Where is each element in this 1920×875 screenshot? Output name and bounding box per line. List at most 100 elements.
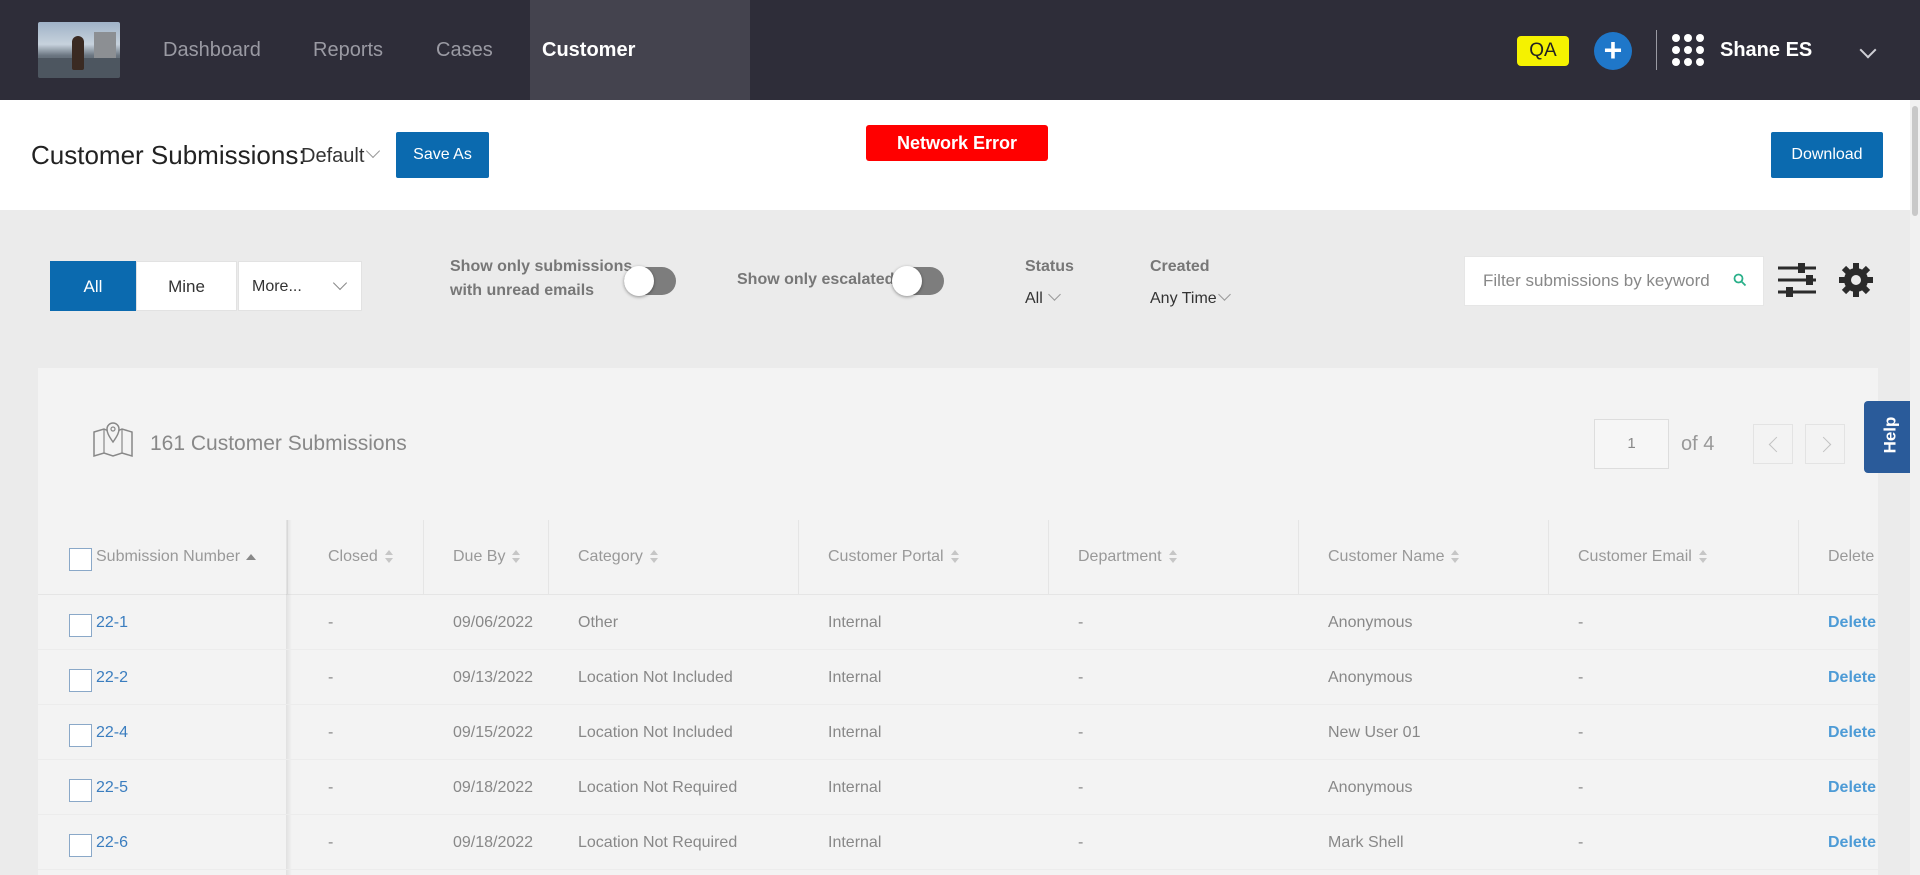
page-total: of 4 [1681, 433, 1715, 455]
submission-number-link[interactable]: 22-6 [96, 815, 128, 870]
nav-customer-submissions[interactable]: Customer Submissions [530, 0, 750, 161]
column-header-customer-name[interactable]: Customer Name [1299, 520, 1549, 594]
save-as-button[interactable]: Save As [396, 132, 489, 178]
page-number-input[interactable]: 1 [1594, 419, 1669, 469]
row-checkbox[interactable] [69, 779, 92, 802]
user-name[interactable]: Shane ES [1720, 0, 1812, 100]
delete-link[interactable]: Delete [1828, 595, 1878, 650]
cell-category: Location Not Required [578, 834, 738, 851]
sort-ascending-icon [246, 553, 257, 560]
cell-category: Location Not Required [578, 779, 738, 796]
unread-toggle-label-line2: with unread emails [450, 282, 595, 299]
chevron-down-icon[interactable] [1218, 288, 1231, 301]
cell-due-by: 09/13/2022 [453, 669, 534, 686]
cell-closed: - [328, 834, 334, 851]
page-scrollbar[interactable] [1910, 100, 1920, 875]
cell-customer-portal: Internal [828, 724, 882, 741]
cell-closed: - [328, 614, 334, 631]
column-header-customer-email[interactable]: Customer Email [1549, 520, 1799, 594]
help-tab[interactable]: Help [1864, 401, 1914, 473]
cell-department: - [1078, 669, 1084, 686]
cell-customer-email: - [1578, 834, 1584, 851]
page-title: Customer Submissions: [31, 140, 306, 170]
cell-due-by: 09/18/2022 [453, 779, 534, 796]
logo-image[interactable] [38, 22, 120, 78]
chevron-left-icon [1768, 436, 1785, 453]
column-label: Closed [328, 548, 378, 565]
submission-number-link[interactable]: 22-2 [96, 650, 128, 705]
column-header-department[interactable]: Department [1049, 520, 1299, 594]
submission-count: 161 Customer Submissions [150, 432, 407, 455]
sort-icon [950, 549, 960, 564]
top-navbar: Dashboard Reports Cases Customer Submiss… [0, 0, 1920, 161]
apps-grid-icon[interactable] [1672, 34, 1704, 66]
row-checkbox[interactable] [69, 669, 92, 692]
column-header-delete: Delete [1799, 520, 1878, 594]
delete-link[interactable]: Delete [1828, 815, 1878, 870]
column-label: Due By [453, 548, 506, 565]
sliders-icon[interactable] [1776, 262, 1818, 298]
filter-all-button[interactable]: All [50, 261, 136, 311]
delete-link[interactable]: Delete [1828, 650, 1878, 705]
cell-closed: - [328, 669, 334, 686]
cell-category: Other [578, 614, 619, 631]
row-checkbox[interactable] [69, 834, 92, 857]
nav-divider [1656, 30, 1657, 70]
search-icon[interactable] [1733, 273, 1747, 287]
cell-customer-email: - [1578, 614, 1584, 631]
column-header-customer-portal[interactable]: Customer Portal [799, 520, 1049, 594]
sort-icon [1168, 549, 1178, 564]
chevron-down-icon[interactable] [1859, 41, 1877, 59]
unread-toggle[interactable] [624, 266, 676, 296]
next-page-button[interactable] [1805, 424, 1845, 464]
delete-link[interactable]: Delete [1828, 705, 1878, 760]
download-button[interactable]: Download [1771, 132, 1883, 178]
chevron-down-icon [332, 275, 348, 291]
cell-customer-email: - [1578, 724, 1584, 741]
cell-department: - [1078, 614, 1084, 631]
cell-customer-portal: Internal [828, 834, 882, 851]
row-checkbox[interactable] [69, 724, 92, 747]
column-label: Customer Email [1578, 548, 1692, 565]
page-header: Customer Submissions: Default Save As Ne… [0, 100, 1910, 210]
cell-customer-portal: Internal [828, 614, 882, 631]
status-dropdown[interactable]: All [1025, 290, 1043, 308]
cell-category: Location Not Included [578, 724, 733, 741]
cell-category: Location Not Included [578, 669, 733, 686]
column-header-closed[interactable]: Closed [299, 520, 424, 594]
created-dropdown[interactable]: Any Time [1150, 290, 1217, 308]
filter-mine-button[interactable]: Mine [136, 261, 237, 311]
nav-dashboard[interactable]: Dashboard [163, 0, 261, 100]
row-checkbox[interactable] [69, 614, 92, 637]
scrollbar-thumb[interactable] [1912, 106, 1918, 216]
status-label: Status [1025, 258, 1074, 275]
env-badge: QA [1517, 36, 1569, 66]
sort-icon [1450, 549, 1460, 564]
view-selector[interactable]: Default [301, 145, 364, 168]
gear-icon[interactable] [1838, 262, 1874, 298]
filter-more-dropdown[interactable]: More... [238, 261, 362, 311]
nav-reports[interactable]: Reports [313, 0, 383, 100]
chevron-down-icon[interactable] [1048, 288, 1061, 301]
unread-toggle-label-line1: Show only submissions [450, 258, 633, 275]
sort-icon [1698, 549, 1708, 564]
table-row: 22-4 - 09/15/2022 Location Not Included … [38, 705, 1878, 760]
search-input[interactable] [1483, 257, 1723, 305]
column-header-submission-number[interactable]: Submission Number [38, 520, 288, 594]
submission-number-link[interactable]: 22-4 [96, 705, 128, 760]
plus-icon[interactable]: + [1594, 32, 1632, 70]
nav-cases[interactable]: Cases [436, 0, 493, 100]
submission-number-link[interactable]: 22-5 [96, 760, 128, 815]
column-header-due-by[interactable]: Due By [424, 520, 549, 594]
previous-page-button[interactable] [1753, 424, 1793, 464]
cell-customer-name: Mark Shell [1328, 834, 1404, 851]
cell-due-by: 09/15/2022 [453, 724, 534, 741]
submission-number-link[interactable]: 22-1 [96, 595, 128, 650]
help-label: Help [1880, 416, 1900, 454]
column-header-category[interactable]: Category [549, 520, 799, 594]
chevron-down-icon[interactable] [365, 143, 381, 159]
cell-customer-portal: Internal [828, 779, 882, 796]
delete-link[interactable]: Delete [1828, 760, 1878, 815]
cell-department: - [1078, 779, 1084, 796]
escalated-toggle[interactable] [892, 266, 944, 296]
